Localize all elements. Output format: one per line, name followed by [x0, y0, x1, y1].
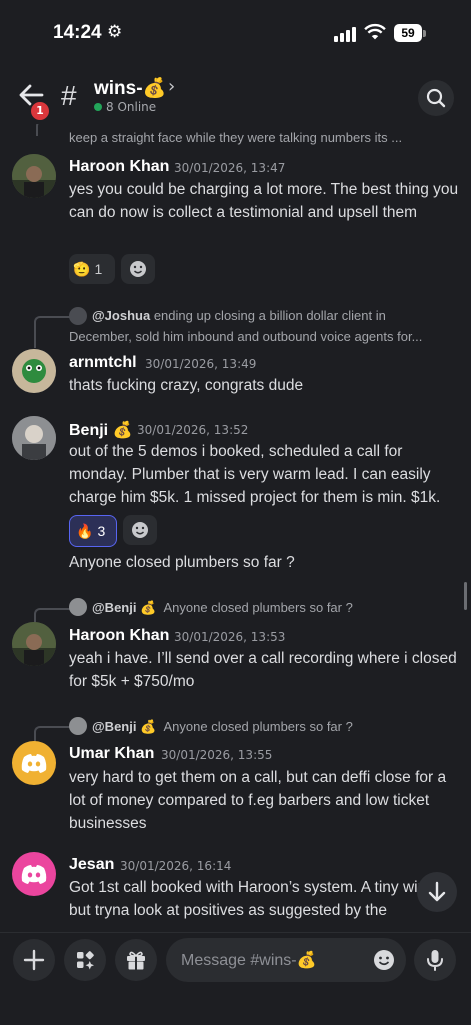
online-count: 8 Online: [94, 100, 156, 114]
unread-badge: 1: [29, 100, 51, 122]
plus-icon: [23, 949, 45, 971]
add-reaction-button[interactable]: [121, 254, 155, 284]
add-attachment-button[interactable]: [13, 939, 55, 981]
avatar-photo: [12, 416, 56, 460]
reply-connector: [34, 726, 70, 742]
reply-preview[interactable]: @Joshua ending up closing a billion doll…: [92, 308, 386, 323]
wifi-icon: [364, 23, 386, 40]
message-composer: Message #wins-💰: [0, 932, 471, 1025]
message-timestamp: 30/01/2026, 16:14: [120, 859, 232, 873]
avatar-photo: [12, 154, 56, 198]
microphone-icon: [427, 950, 443, 971]
message-author[interactable]: Benji 💰: [69, 420, 132, 440]
channel-name[interactable]: wins-💰: [94, 76, 166, 100]
reply-username: @Joshua: [92, 308, 151, 323]
discord-logo-icon: [21, 865, 47, 884]
salute-emoji: 🫡: [73, 261, 91, 277]
message-author[interactable]: Haroon Khan: [69, 627, 169, 645]
message-timestamp: 30/01/2026, 13:49: [145, 357, 257, 371]
message-text: thats fucking crazy, congrats dude: [69, 377, 304, 394]
avatar-photo: [12, 622, 56, 666]
message-author[interactable]: Jesan: [69, 856, 114, 874]
gift-button[interactable]: [115, 939, 157, 981]
smiley-icon: [132, 522, 148, 538]
message-text: yeah i have. I’ll send over a call recor…: [69, 650, 457, 690]
message-timestamp: 30/01/2026, 13:52: [137, 423, 249, 437]
apps-icon: [77, 951, 94, 970]
discord-logo-icon: [21, 754, 47, 773]
message-author[interactable]: arnmtchl: [69, 354, 137, 372]
battery-tip: [423, 30, 426, 37]
reply-avatar: [69, 717, 87, 735]
message-placeholder: Message #wins-💰: [181, 952, 317, 969]
reply-avatar: [69, 598, 87, 616]
emoji-picker-icon[interactable]: [372, 948, 396, 972]
reaction-fire[interactable]: 🔥 3: [69, 515, 117, 547]
jump-to-latest-button[interactable]: [417, 872, 457, 912]
message-text: very hard to get them on a call, but can…: [69, 769, 447, 832]
avatar-default-discord[interactable]: [12, 852, 56, 896]
reply-preview[interactable]: @Benji 💰 Anyone closed plumbers so far ?: [92, 600, 353, 616]
message-text: Anyone closed plumbers so far ?: [69, 554, 295, 571]
reply-text: ending up closing a billion dollar clien…: [153, 308, 386, 323]
message-input[interactable]: Message #wins-💰: [166, 938, 406, 982]
reply-connector: [36, 124, 72, 136]
reply-username: @Benji 💰: [92, 719, 157, 734]
add-reaction-button[interactable]: [123, 515, 157, 545]
arrow-down-icon: [428, 881, 446, 902]
avatar[interactable]: [12, 622, 56, 666]
reply-username: @Benji 💰: [92, 600, 157, 615]
gift-icon: [127, 951, 145, 970]
reply-preview-line2: December, sold him inbound and outbound …: [69, 329, 423, 344]
avatar-default-discord[interactable]: [12, 741, 56, 785]
reply-connector: [34, 608, 70, 624]
apps-button[interactable]: [64, 939, 106, 981]
message-timestamp: 30/01/2026, 13:55: [161, 748, 273, 762]
reaction-count: 3: [97, 523, 106, 539]
smiley-icon: [130, 261, 146, 277]
reply-connector: [34, 316, 70, 348]
avatar-photo: [12, 349, 56, 393]
reply-preview[interactable]: @Benji 💰 Anyone closed plumbers so far ?: [92, 719, 353, 735]
message-timestamp: 30/01/2026, 13:53: [174, 630, 286, 644]
online-dot-icon: [94, 103, 102, 111]
fire-emoji: 🔥: [76, 523, 94, 539]
avatar[interactable]: [12, 154, 56, 198]
battery-indicator: 59: [394, 24, 422, 42]
status-bar: 14:24 ⚙ 59: [0, 0, 471, 68]
message-text: Got 1st call booked with Haroon’s system…: [69, 879, 431, 919]
reply-avatar: [69, 307, 87, 325]
reply-text: Anyone closed plumbers so far ?: [163, 600, 353, 615]
message-author[interactable]: Haroon Khan: [69, 158, 169, 176]
channel-header: 1 # wins-💰 › 8 Online: [0, 68, 471, 124]
message-text: yes you could be charging a lot more. Th…: [69, 181, 459, 221]
message-timestamp: 30/01/2026, 13:47: [174, 161, 286, 175]
settings-gear-icon: ⚙: [107, 22, 123, 42]
online-count-label: 8 Online: [106, 100, 157, 114]
truncated-reply-snippet: keep a straight face while they were tal…: [69, 130, 403, 145]
reaction-salute[interactable]: 🫡 1: [69, 254, 115, 284]
reply-text: Anyone closed plumbers so far ?: [163, 719, 353, 734]
avatar[interactable]: [12, 349, 56, 393]
avatar[interactable]: [12, 416, 56, 460]
message-text: out of the 5 demos i booked, scheduled a…: [69, 443, 441, 506]
message-list[interactable]: keep a straight face while they were tal…: [0, 124, 471, 932]
clock: 14:24: [53, 22, 102, 43]
search-icon: [426, 88, 446, 108]
message-author[interactable]: Umar Khan: [69, 745, 154, 763]
cellular-signal-icon: [334, 26, 358, 42]
chevron-right-icon[interactable]: ›: [168, 76, 175, 97]
search-button[interactable]: [418, 80, 454, 116]
hash-channel-icon: #: [61, 80, 77, 111]
reaction-count: 1: [94, 261, 103, 277]
scrollbar-thumb[interactable]: [464, 582, 467, 610]
voice-message-button[interactable]: [414, 939, 456, 981]
